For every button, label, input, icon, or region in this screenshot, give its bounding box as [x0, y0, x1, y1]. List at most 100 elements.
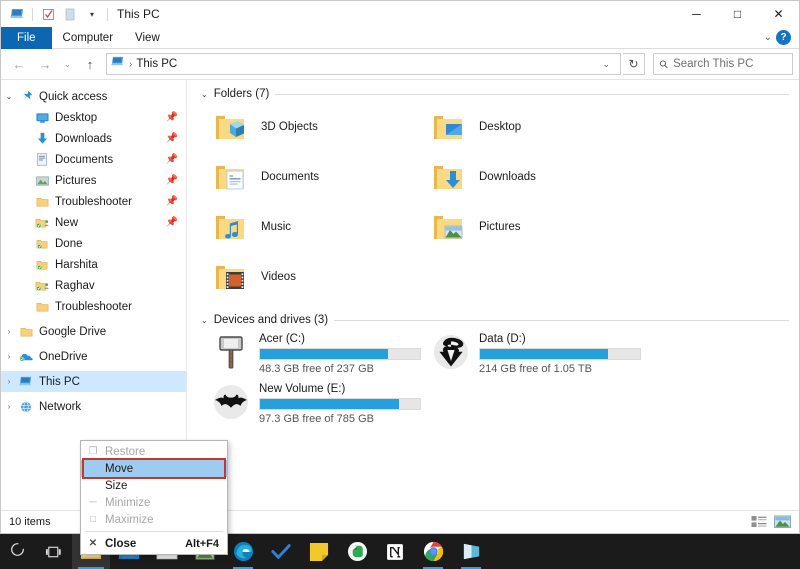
- folders-grid: 3D Objects Desktop: [193, 102, 799, 302]
- sidebar-item-documents[interactable]: Documents 📌: [1, 149, 186, 170]
- notion-icon[interactable]: [376, 534, 414, 569]
- sidebar-item-troubleshooter-2[interactable]: Troubleshooter: [1, 296, 186, 317]
- sidebar-item-done[interactable]: Done: [1, 233, 186, 254]
- screen: ▾ This PC ─ □ ✕ File Computer View ⌄ ? ←: [0, 0, 800, 569]
- this-pc-icon[interactable]: [7, 4, 27, 24]
- onenote-icon[interactable]: [452, 534, 490, 569]
- task-view-icon[interactable]: [34, 534, 72, 569]
- sidebar-item-label: Troubleshooter: [55, 301, 132, 313]
- chevron-right-icon[interactable]: ›: [1, 352, 17, 361]
- sidebar-item-new[interactable]: New 📌: [1, 212, 186, 233]
- refresh-button[interactable]: ↻: [623, 53, 645, 75]
- sticky-notes-icon[interactable]: [300, 534, 338, 569]
- pin-icon[interactable]: 📌: [166, 112, 178, 123]
- drives-grid: Acer (C:) 48.3 GB free of 237 GB: [193, 328, 799, 428]
- sidebar-item-downloads[interactable]: Downloads 📌: [1, 128, 186, 149]
- folder-item-3d-objects[interactable]: 3D Objects: [207, 102, 425, 152]
- synced-folder-icon: [33, 280, 51, 292]
- drive-item-data-d[interactable]: Data (D:) 214 GB free of 1.05 TB: [427, 328, 647, 378]
- chevron-down-icon[interactable]: ⌄: [596, 59, 616, 70]
- restore-icon: ❐: [81, 446, 105, 457]
- recent-locations-button[interactable]: ⌄: [59, 53, 76, 75]
- tab-view[interactable]: View: [124, 27, 171, 49]
- chevron-down-icon[interactable]: ⌄: [1, 92, 17, 101]
- onedrive-icon: [17, 351, 35, 363]
- chevron-down-icon[interactable]: ⌄: [201, 90, 208, 99]
- sidebar-item-label: Pictures: [55, 175, 97, 187]
- sidebar-item-onedrive[interactable]: › OneDrive: [1, 346, 186, 367]
- sidebar-item-google-drive[interactable]: › Google Drive: [1, 321, 186, 342]
- system-context-menu: ❐ Restore Move Size ─ Minimize □ Maximiz…: [80, 440, 228, 555]
- pin-icon[interactable]: 📌: [166, 133, 178, 144]
- tab-file[interactable]: File: [1, 27, 52, 49]
- up-button[interactable]: ↑: [78, 53, 102, 75]
- back-button[interactable]: ←: [7, 53, 31, 75]
- group-divider: [275, 94, 789, 95]
- sidebar-item-label: OneDrive: [39, 351, 88, 363]
- microsoft-edge-icon[interactable]: [224, 534, 262, 569]
- folder-icon: [33, 196, 51, 208]
- drive-item-new-volume-e[interactable]: New Volume (E:) 97.3 GB free of 785 GB: [207, 378, 427, 428]
- group-header-folders[interactable]: ⌄ Folders (7): [193, 80, 799, 102]
- breadcrumb-this-pc[interactable]: This PC: [136, 58, 177, 70]
- folder-item-pictures[interactable]: Pictures: [425, 202, 643, 252]
- google-chrome-icon[interactable]: [414, 534, 452, 569]
- properties-icon[interactable]: [38, 4, 58, 24]
- cortana-search-icon[interactable]: [0, 534, 34, 569]
- folder-item-desktop[interactable]: Desktop: [425, 102, 643, 152]
- sidebar-item-label: Quick access: [39, 91, 107, 103]
- pin-icon[interactable]: 📌: [166, 217, 178, 228]
- chevron-right-icon[interactable]: ›: [1, 327, 17, 336]
- folder-item-music[interactable]: Music: [207, 202, 425, 252]
- new-folder-icon[interactable]: [60, 4, 80, 24]
- folder-item-documents[interactable]: Documents: [207, 152, 425, 202]
- menu-item-size[interactable]: Size: [81, 477, 227, 494]
- menu-item-close[interactable]: ✕ Close Alt+F4: [81, 535, 227, 552]
- menu-separator: [85, 531, 223, 532]
- chevron-right-icon[interactable]: ›: [1, 402, 17, 411]
- pin-icon[interactable]: 📌: [166, 196, 178, 207]
- folder-label: 3D Objects: [261, 121, 318, 133]
- menu-item-accelerator: Alt+F4: [185, 538, 219, 550]
- minimize-button[interactable]: ─: [676, 1, 717, 27]
- menu-item-label: Maximize: [105, 514, 154, 526]
- sidebar-item-raghav[interactable]: Raghav: [1, 275, 186, 296]
- sidebar-item-quick-access[interactable]: ⌄ Quick access: [1, 86, 186, 107]
- chevron-down-icon[interactable]: ⌄: [764, 32, 772, 43]
- search-input[interactable]: Search This PC: [673, 58, 753, 70]
- help-button[interactable]: ?: [776, 30, 791, 45]
- folder-item-videos[interactable]: Videos: [207, 252, 425, 302]
- sidebar-item-network[interactable]: › Network: [1, 396, 186, 417]
- item-count-label: 10 items: [9, 516, 51, 528]
- sidebar-item-harshita[interactable]: Harshita: [1, 254, 186, 275]
- drive-item-acer-c[interactable]: Acer (C:) 48.3 GB free of 237 GB: [207, 328, 427, 378]
- chevron-down-icon[interactable]: ⌄: [201, 316, 208, 325]
- synced-folder-icon: [33, 217, 51, 229]
- folder-item-downloads[interactable]: Downloads: [425, 152, 643, 202]
- pin-icon[interactable]: 📌: [166, 175, 178, 186]
- pin-icon[interactable]: 📌: [166, 154, 178, 165]
- sidebar-item-this-pc[interactable]: › This PC: [1, 371, 186, 392]
- chevron-right-icon[interactable]: ›: [1, 377, 17, 386]
- sidebar-item-troubleshooter[interactable]: Troubleshooter 📌: [1, 191, 186, 212]
- search-box[interactable]: ⚲ Search This PC: [653, 53, 793, 75]
- close-button[interactable]: ✕: [758, 1, 799, 27]
- details-view-button[interactable]: [750, 514, 768, 530]
- sidebar-item-pictures[interactable]: Pictures 📌: [1, 170, 186, 191]
- maximize-button[interactable]: □: [717, 1, 758, 27]
- sidebar-item-desktop[interactable]: Desktop 📌: [1, 107, 186, 128]
- sidebar-item-label: Network: [39, 401, 81, 413]
- tab-computer[interactable]: Computer: [52, 27, 125, 49]
- menu-item-move[interactable]: Move: [81, 460, 227, 477]
- todo-icon[interactable]: [262, 534, 300, 569]
- documents-folder-icon: [211, 157, 251, 197]
- large-icons-view-button[interactable]: [773, 514, 791, 530]
- address-input[interactable]: › This PC ⌄: [106, 53, 621, 75]
- group-header-devices[interactable]: ⌄ Devices and drives (3): [193, 302, 799, 328]
- downloads-icon: [33, 132, 51, 145]
- evernote-icon[interactable]: [338, 534, 376, 569]
- forward-button[interactable]: →: [33, 53, 57, 75]
- drive-free-text: 97.3 GB free of 785 GB: [259, 413, 421, 425]
- drive-label: New Volume (E:): [259, 383, 421, 395]
- customize-dropdown-icon[interactable]: ▾: [82, 4, 102, 24]
